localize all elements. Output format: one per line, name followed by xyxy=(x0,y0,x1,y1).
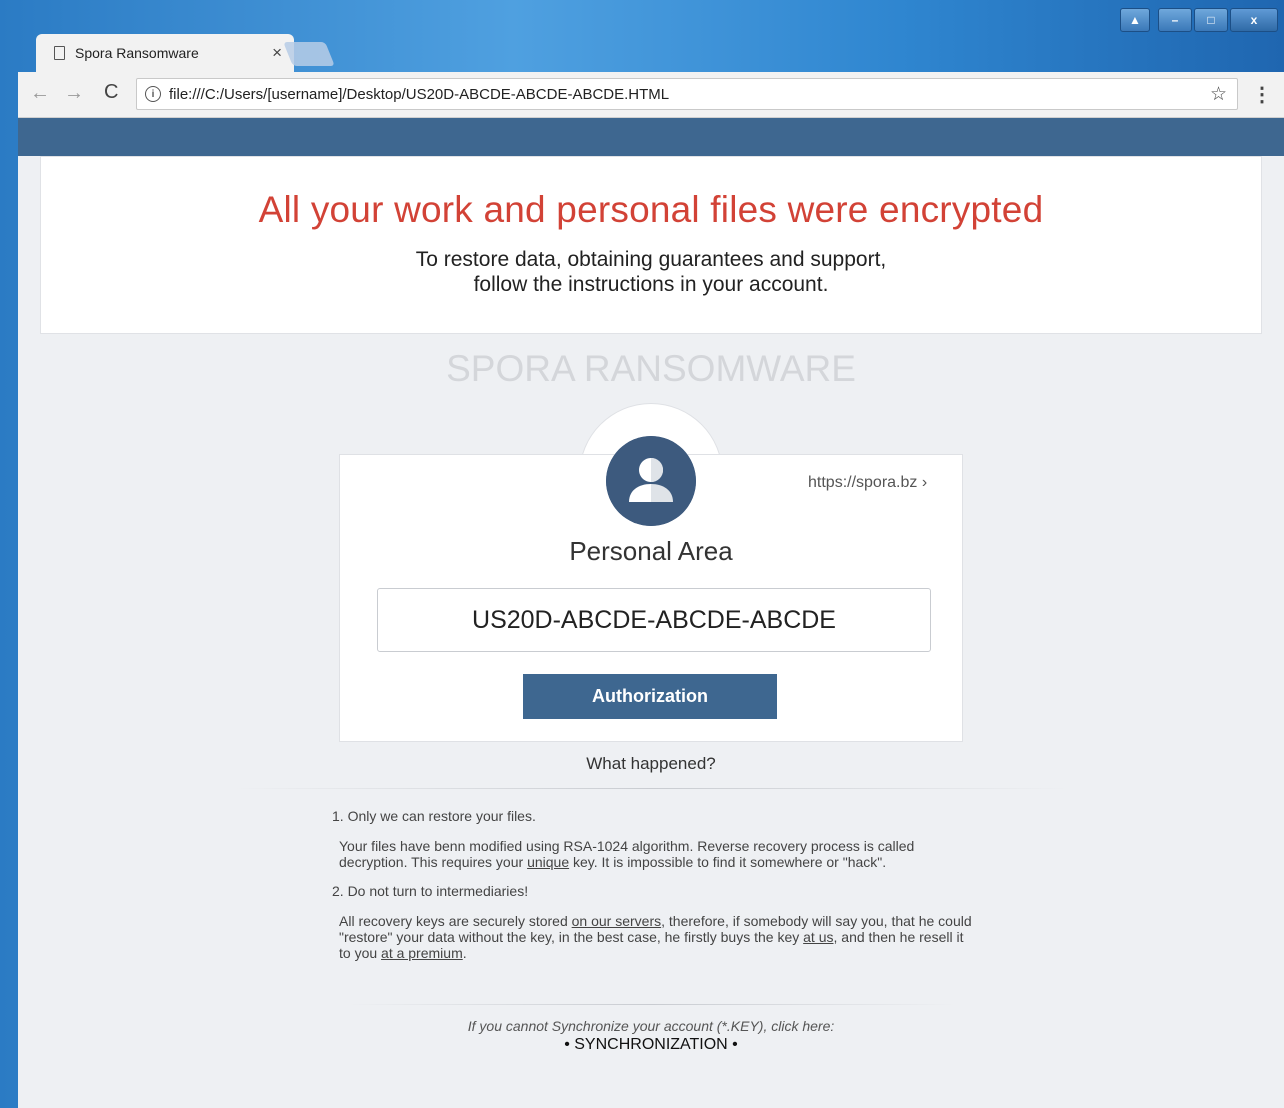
info-block: 1. Only we can restore your files. Your … xyxy=(332,808,972,974)
info-underline-servers: on our servers xyxy=(571,913,662,929)
window-controls: ▲ – □ x xyxy=(1120,8,1278,32)
browser-menu-icon[interactable]: ⋮ xyxy=(1252,82,1272,107)
info-text: . xyxy=(462,945,467,961)
info-icon[interactable]: i xyxy=(145,86,161,102)
tab-spora-ransomware[interactable]: Spora Ransomware × xyxy=(36,34,294,72)
maximize-button[interactable]: □ xyxy=(1194,8,1228,32)
authorization-button[interactable]: Authorization xyxy=(523,674,777,719)
close-window-button[interactable]: x xyxy=(1230,8,1278,32)
warning-banner: All your work and personal files were en… xyxy=(40,156,1262,334)
info-paragraph-2: All recovery keys are securely stored on… xyxy=(332,913,972,961)
synchronization-link[interactable]: • SYNCHRONIZATION • xyxy=(18,1036,1284,1054)
browser-toolbar: ← → C i file:///C:/Users/[username]/Desk… xyxy=(18,72,1284,118)
user-profile-icon[interactable]: ▲ xyxy=(1120,8,1150,32)
bookmark-star-icon[interactable]: ☆ xyxy=(1210,83,1227,106)
browser-window: ▲ – □ x Spora Ransomware × ← → C i file:… xyxy=(0,0,1284,1108)
info-underline-at-us: at us xyxy=(803,929,834,945)
divider xyxy=(234,788,1070,789)
forward-icon[interactable]: → xyxy=(64,82,84,105)
personal-area-title: Personal Area xyxy=(569,536,733,566)
document-icon xyxy=(54,46,65,60)
user-id-field[interactable]: US20D-ABCDE-ABCDE-ABCDE xyxy=(377,588,931,652)
new-tab-button[interactable] xyxy=(283,42,335,66)
tab-close-icon[interactable]: × xyxy=(272,43,282,63)
what-happened-heading: What happened? xyxy=(586,754,716,773)
info-paragraph-1: Your files have benn modified using RSA-… xyxy=(332,838,972,870)
reload-icon[interactable]: C xyxy=(104,81,118,104)
tab-title: Spora Ransomware xyxy=(75,45,199,61)
info-heading-2: 2. Do not turn to intermediaries! xyxy=(332,883,529,899)
divider xyxy=(348,1004,956,1005)
address-bar[interactable]: i file:///C:/Users/[username]/Desktop/US… xyxy=(136,78,1238,110)
brand-title: SPORA RANSOMWARE xyxy=(446,348,856,389)
minimize-button[interactable]: – xyxy=(1158,8,1192,32)
spora-link[interactable]: https://spora.bz › xyxy=(808,474,927,492)
sync-note: If you cannot Synchronize your account (… xyxy=(467,1018,835,1034)
info-underline-premium: at a premium xyxy=(381,945,463,961)
back-icon[interactable]: ← xyxy=(30,82,50,105)
subline-1: To restore data, obtaining guarantees an… xyxy=(415,248,887,271)
info-text: All recovery keys are securely stored xyxy=(339,913,572,929)
avatar-user-icon xyxy=(606,436,696,526)
info-underline-unique: unique xyxy=(527,854,570,870)
info-text: key. It is impossible to find it somewhe… xyxy=(569,854,887,870)
page-viewport: All your work and personal files were en… xyxy=(18,118,1284,1108)
url-text[interactable]: file:///C:/Users/[username]/Desktop/US20… xyxy=(169,86,669,103)
headline: All your work and personal files were en… xyxy=(258,189,1044,230)
top-band xyxy=(18,118,1284,156)
tab-strip: Spora Ransomware × xyxy=(18,34,1284,74)
subline-2: follow the instructions in your account. xyxy=(473,273,829,296)
subline: To restore data, obtaining guarantees an… xyxy=(41,247,1261,297)
info-heading-1: 1. Only we can restore your files. xyxy=(332,808,536,824)
